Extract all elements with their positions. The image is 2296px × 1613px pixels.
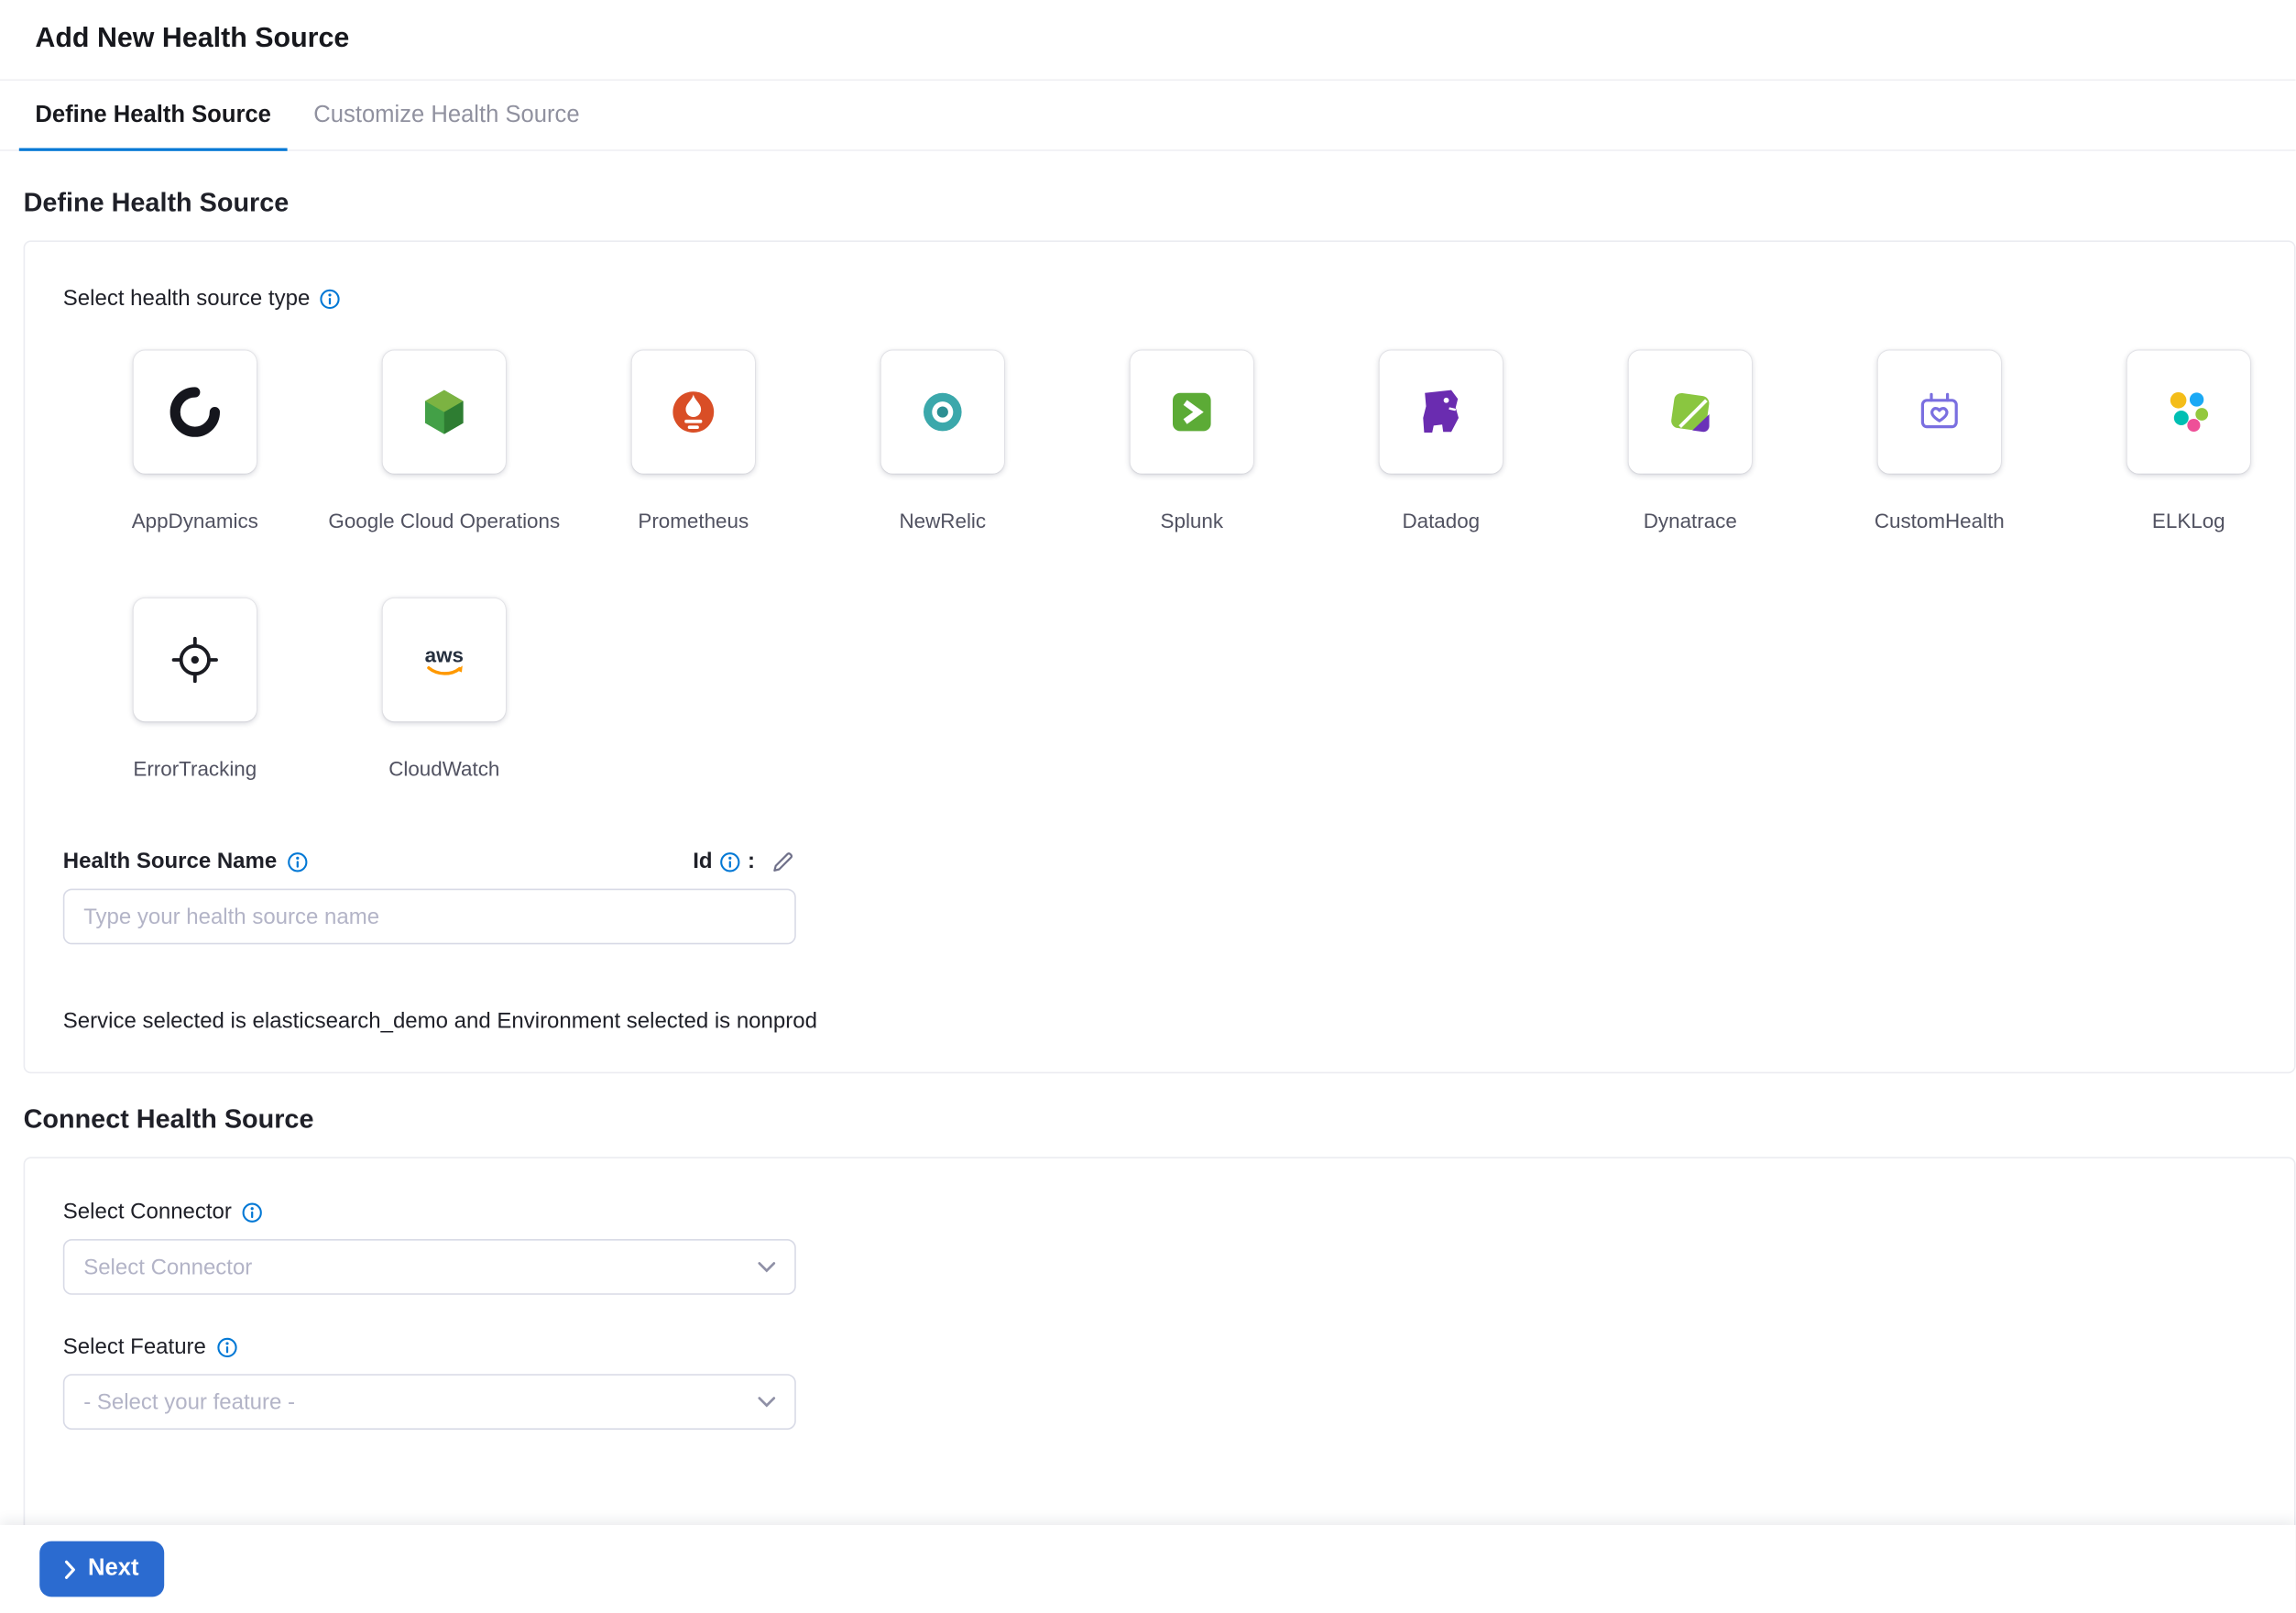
next-button-label: Next (88, 1556, 139, 1583)
page-header: Add New Health Source (0, 0, 2296, 81)
select-connector-label: Select Connector (63, 1200, 232, 1224)
select-connector-info-icon[interactable] (242, 1202, 262, 1222)
id-colon: : (748, 849, 755, 873)
health-source-option-prometheus[interactable]: Prometheus (569, 350, 818, 533)
health-source-option-splunk[interactable]: Splunk (1067, 350, 1317, 533)
tile-label: ELKLog (2152, 509, 2225, 533)
newrelic-icon (913, 383, 972, 442)
datadog-icon (1412, 383, 1471, 442)
connector-select-placeholder: Select Connector (83, 1255, 252, 1279)
pencil-icon (771, 849, 796, 873)
source-type-label: Select health source type (63, 286, 311, 311)
health-source-option-datadog[interactable]: Datadog (1317, 350, 1566, 533)
tab-customize-health-source[interactable]: Customize Health Source (298, 81, 596, 149)
tile-label: NewRelic (900, 509, 987, 533)
health-source-option-cloudwatch[interactable]: aws CloudWatch (320, 598, 569, 782)
tab-bar: Define Health Source Customize Health So… (0, 81, 2296, 151)
health-source-name-input[interactable] (63, 889, 796, 945)
svg-text:aws: aws (425, 643, 464, 666)
tile-label: AppDynamics (132, 509, 258, 533)
connect-section-heading: Connect Health Source (24, 1104, 2296, 1136)
tile-label: Dynatrace (1644, 509, 1737, 533)
chevron-down-icon (758, 1396, 775, 1408)
page-title: Add New Health Source (35, 24, 349, 56)
chevron-right-icon (64, 1560, 76, 1579)
tile-label: Google Cloud Operations (328, 509, 560, 533)
google-cloud-operations-icon (415, 383, 474, 442)
health-source-name-label: Health Source Name (63, 849, 277, 873)
chevron-down-icon (758, 1261, 775, 1273)
health-source-option-appdynamics[interactable]: AppDynamics (71, 350, 320, 533)
dynatrace-icon (1661, 383, 1720, 442)
define-section-heading: Define Health Source (24, 188, 2296, 219)
customhealth-icon (1910, 383, 1969, 442)
tile-label: Prometheus (638, 509, 749, 533)
tile-label: Datadog (1402, 509, 1480, 533)
source-type-info-icon[interactable] (321, 288, 341, 308)
footer-bar: Next (0, 1525, 2296, 1613)
tile-label: CustomHealth (1875, 509, 2005, 533)
appdynamics-icon (166, 383, 224, 442)
edit-id-button[interactable] (762, 849, 796, 873)
id-info-icon[interactable] (720, 851, 740, 872)
health-source-option-newrelic[interactable]: NewRelic (818, 350, 1067, 533)
elklog-icon (2159, 383, 2218, 442)
define-health-source-card: Select health source type AppDynamics (24, 240, 2296, 1073)
splunk-icon (1163, 383, 1221, 442)
feature-select-placeholder: - Select your feature - (83, 1389, 295, 1414)
connector-select[interactable]: Select Connector (63, 1239, 796, 1295)
cloudwatch-aws-icon: aws (415, 631, 474, 689)
errortracking-icon (166, 631, 224, 689)
select-feature-info-icon[interactable] (216, 1336, 236, 1356)
health-source-type-grid: AppDynamics Google Cloud Operations Prom… (71, 350, 2257, 781)
select-feature-label: Select Feature (63, 1334, 206, 1359)
feature-select[interactable]: - Select your feature - (63, 1374, 796, 1430)
tile-label: ErrorTracking (133, 757, 257, 782)
tab-define-health-source[interactable]: Define Health Source (19, 81, 288, 149)
health-source-option-dynatrace[interactable]: Dynatrace (1566, 350, 1815, 533)
service-environment-note: Service selected is elasticsearch_demo a… (63, 1009, 2257, 1034)
add-health-source-page: Add New Health Source Define Health Sour… (0, 0, 2296, 1613)
next-button[interactable]: Next (39, 1542, 164, 1597)
prometheus-icon (664, 383, 723, 442)
health-source-option-google-cloud-operations[interactable]: Google Cloud Operations (320, 350, 569, 533)
health-source-option-customhealth[interactable]: CustomHealth (1815, 350, 2064, 533)
tile-label: CloudWatch (388, 757, 499, 782)
health-source-option-elklog[interactable]: ELKLog (2064, 350, 2296, 533)
tile-label: Splunk (1161, 509, 1224, 533)
id-label: Id (693, 849, 712, 873)
health-source-name-info-icon[interactable] (287, 851, 307, 872)
health-source-option-errortracking[interactable]: ErrorTracking (71, 598, 320, 782)
